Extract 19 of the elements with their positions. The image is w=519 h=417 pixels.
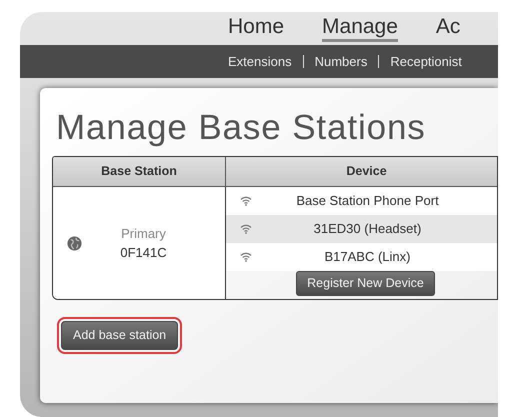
nav-tab[interactable]: Manage (322, 14, 398, 42)
nav-tab[interactable]: Home (228, 14, 284, 42)
globe-icon (67, 236, 82, 250)
subnav-link[interactable]: Extensions (228, 52, 292, 72)
base-station-id: 0F141C (120, 244, 167, 262)
wifi-icon (240, 252, 252, 262)
page-title: Manage Base Stations (55, 108, 427, 148)
device-name: 31ED30 (Headset) (312, 220, 422, 238)
column-header: Base Station (53, 157, 226, 186)
wifi-icon (240, 224, 252, 234)
nav-tab[interactable]: Ac (436, 14, 460, 42)
subnav-link[interactable]: Numbers (314, 52, 368, 72)
base-station-label: Primary (121, 224, 166, 243)
device-name: B17ABC (Linx) (324, 248, 412, 266)
device-name: Base Station Phone Port (295, 192, 440, 210)
subnav-link[interactable]: Receptionist (390, 52, 462, 72)
wifi-icon (240, 196, 252, 206)
column-header: Device (345, 163, 388, 180)
register-device-button[interactable]: Register New Device (296, 271, 435, 296)
